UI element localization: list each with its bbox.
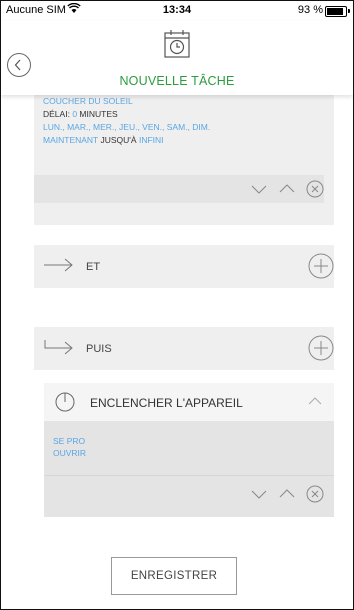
arrow-return-icon (44, 340, 73, 355)
condition-period: MAINTENANT JUSQU'À INFINI (43, 135, 164, 145)
period-start[interactable]: MAINTENANT (43, 135, 98, 145)
move-up-icon[interactable] (278, 485, 296, 503)
task-editor: COUCHER DU SOLEIL DÉLAI: 0 MINUTES LUN.,… (1, 95, 353, 609)
period-end[interactable]: INFINI (139, 135, 164, 145)
move-down-icon[interactable] (250, 485, 268, 503)
battery-icon (325, 6, 350, 17)
remove-icon[interactable] (306, 180, 324, 198)
action-options: SE PRO OUVRIR (53, 435, 86, 459)
add-and-icon[interactable] (308, 253, 334, 279)
arrow-right-icon (44, 258, 73, 272)
action-name: ENCLENCHER L'APPAREIL (90, 396, 243, 410)
action-header[interactable]: ENCLENCHER L'APPAREIL (44, 383, 334, 421)
remove-icon[interactable] (306, 485, 324, 503)
then-label: PUIS (86, 343, 112, 355)
move-up-icon[interactable] (278, 180, 296, 198)
chevron-left-icon (14, 59, 21, 71)
power-icon (55, 392, 75, 412)
delay-value[interactable]: 0 (72, 109, 77, 119)
and-row[interactable]: ET (34, 245, 334, 288)
battery-percent: 93 % (297, 4, 323, 16)
and-label: ET (86, 261, 101, 273)
action-option-command[interactable]: OUVRIR (53, 447, 86, 459)
add-then-icon[interactable] (308, 335, 334, 361)
page-title: NOUVELLE TÂCHE (119, 74, 235, 88)
status-bar: Aucune SIM 13:34 93 % (1, 1, 353, 21)
action-controls (44, 475, 334, 514)
condition-days[interactable]: LUN., MAR., MER., JEU., VEN., SAM., DIM. (43, 121, 210, 134)
save-button[interactable]: ENREGISTRER (111, 557, 237, 595)
header: NOUVELLE TÂCHE (1, 21, 353, 95)
then-row[interactable]: PUIS (34, 327, 334, 370)
condition-event[interactable]: COUCHER DU SOLEIL (43, 95, 210, 108)
action-option-device[interactable]: SE PRO (53, 435, 86, 447)
move-down-icon[interactable] (250, 180, 268, 198)
chevron-up-icon[interactable] (308, 395, 322, 407)
condition-summary: COUCHER DU SOLEIL DÉLAI: 0 MINUTES LUN.,… (43, 95, 210, 147)
condition-card[interactable]: COUCHER DU SOLEIL DÉLAI: 0 MINUTES LUN.,… (34, 95, 334, 225)
condition-delay: DÉLAI: 0 MINUTES (43, 109, 118, 119)
calendar-clock-icon (164, 30, 190, 58)
condition-controls (34, 175, 324, 203)
app-screen: Aucune SIM 13:34 93 % NOUVELLE TÂCHE COU… (0, 0, 354, 610)
action-card: ENCLENCHER L'APPAREIL SE PRO OUVRIR (44, 383, 334, 517)
